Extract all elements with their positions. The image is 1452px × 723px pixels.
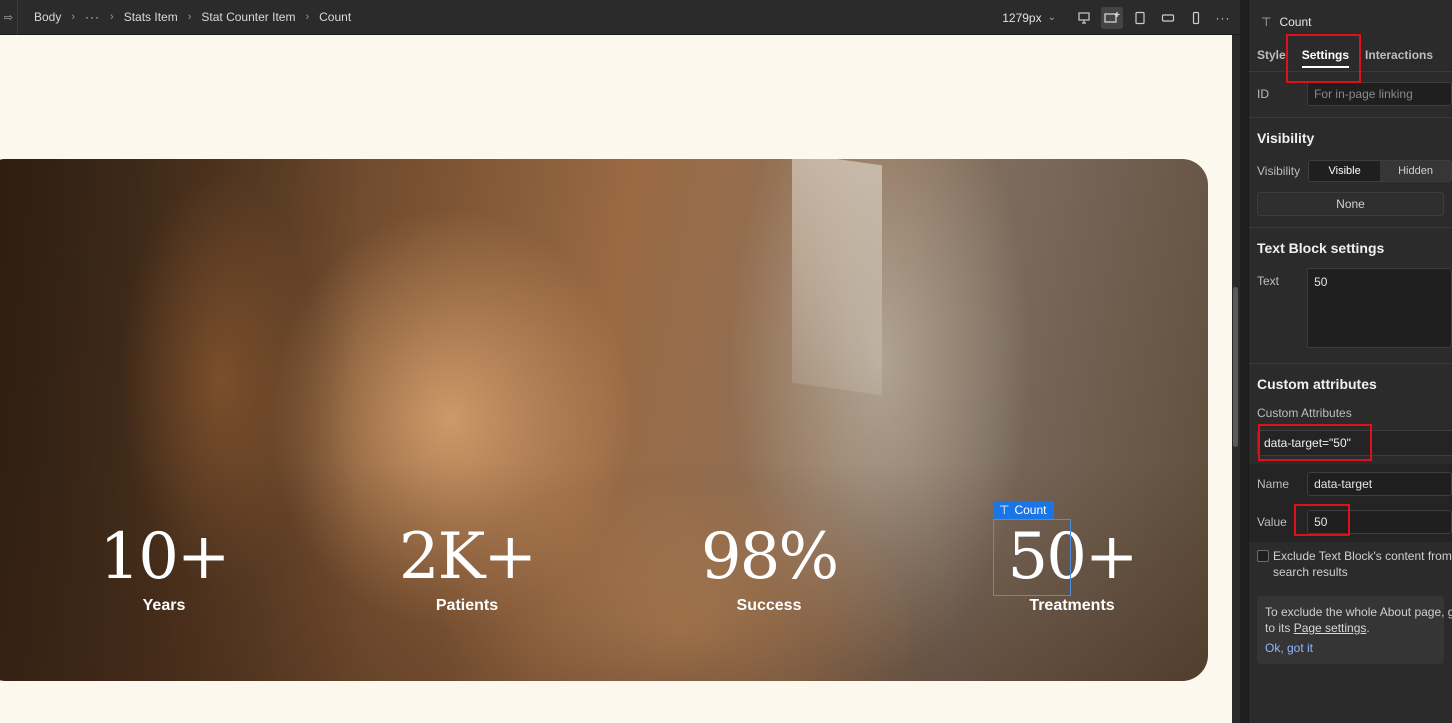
stat-item[interactable]: 98% Success: [669, 525, 869, 615]
stat-number[interactable]: 50+: [972, 525, 1172, 589]
mobile-landscape-icon[interactable]: [1157, 7, 1179, 29]
more-options-icon[interactable]: ···: [1210, 7, 1236, 29]
info-text-1: To exclude the whole About page, g: [1265, 605, 1452, 619]
text-label: Text: [1257, 274, 1280, 288]
chevron-down-icon[interactable]: ⌄: [1048, 12, 1056, 23]
visibility-section: Visibility Visibility Visible Hidden Non…: [1249, 118, 1452, 228]
visibility-label: Visibility: [1257, 164, 1301, 178]
breadcrumb-stats-item[interactable]: Stats Item: [124, 10, 178, 24]
text-type-icon: ⊤: [1261, 15, 1272, 29]
stat-label[interactable]: Years: [64, 597, 264, 615]
viewport-controls: 1279px ⌄ ···: [1002, 0, 1240, 35]
stat-label[interactable]: Success: [669, 597, 869, 615]
panel-toggle-icon[interactable]: ⇨: [0, 0, 18, 35]
desktop-breakpoint-icon[interactable]: [1101, 6, 1123, 29]
settings-panel: ⊤ Count Style Settings Interactions ID F…: [1248, 0, 1452, 723]
breadcrumb-separator-icon: ›: [110, 11, 114, 23]
text-content-input[interactable]: 50: [1307, 268, 1452, 348]
id-section: ID For in-page linking: [1249, 72, 1452, 118]
tab-style[interactable]: Style: [1249, 38, 1294, 72]
id-label: ID: [1257, 87, 1269, 101]
page-settings-link[interactable]: Page settings: [1294, 621, 1367, 635]
visibility-condition-button[interactable]: None: [1257, 192, 1444, 216]
tab-interactions[interactable]: Interactions: [1357, 38, 1441, 72]
text-block-title: Text Block settings: [1257, 240, 1385, 256]
stat-item[interactable]: 2K+ Patients: [367, 525, 567, 615]
tab-settings[interactable]: Settings: [1294, 38, 1357, 72]
exclude-search-checkbox[interactable]: [1257, 550, 1269, 562]
visibility-hidden-option[interactable]: Hidden: [1380, 161, 1451, 181]
custom-attributes-title: Custom attributes: [1257, 376, 1377, 392]
selected-element-tag[interactable]: ⊤ Count: [993, 501, 1055, 519]
breadcrumb-separator-icon: ›: [71, 11, 76, 23]
visibility-toggle: Visible Hidden: [1308, 160, 1452, 182]
stat-number[interactable]: 98%: [669, 525, 869, 589]
custom-attributes-section: Custom attributes Custom Attributes data…: [1249, 364, 1452, 664]
breadcrumb-stat-counter-item[interactable]: Stat Counter Item: [201, 10, 295, 24]
text-block-section: Text Block settings Text 50: [1249, 228, 1452, 364]
breadcrumb-body[interactable]: Body: [34, 10, 61, 24]
stat-number[interactable]: 10+: [64, 525, 264, 589]
attribute-name-input[interactable]: data-target: [1307, 472, 1452, 496]
exclude-search-text-2: search results: [1273, 565, 1348, 579]
design-canvas[interactable]: [0, 35, 1240, 723]
scrollbar-thumb[interactable]: [1233, 287, 1238, 447]
attribute-name-label: Name: [1257, 477, 1290, 491]
attribute-value-label: Value: [1257, 515, 1287, 529]
stat-item[interactable]: 50+ Treatments: [972, 525, 1172, 615]
tablet-icon[interactable]: [1129, 7, 1151, 29]
top-toolbar: ⇨ Body › ··· › Stats Item › Stat Counter…: [0, 0, 1240, 35]
info-text-2: to its: [1265, 621, 1294, 635]
breadcrumb-separator-icon: ›: [187, 11, 192, 23]
stat-item[interactable]: 10+ Years: [64, 525, 264, 615]
info-notice: To exclude the whole About page, g to it…: [1257, 596, 1452, 664]
visibility-title: Visibility: [1257, 130, 1315, 146]
custom-attributes-label: Custom Attributes: [1257, 406, 1352, 420]
stat-label[interactable]: Treatments: [972, 597, 1172, 615]
desktop-icon[interactable]: [1073, 7, 1095, 29]
panel-header: ⊤ Count: [1249, 0, 1452, 38]
stat-label[interactable]: Patients: [367, 597, 567, 615]
mobile-portrait-icon[interactable]: [1185, 7, 1207, 29]
attribute-chip[interactable]: data-target="50": [1257, 430, 1452, 456]
attribute-value-input[interactable]: 50: [1307, 510, 1452, 534]
panel-tabs: Style Settings Interactions: [1249, 38, 1452, 72]
ok-got-it-link[interactable]: Ok, got it: [1265, 640, 1436, 656]
attribute-editor: Name data-target Value 50: [1249, 464, 1452, 542]
breadcrumb: Body › ··· › Stats Item › Stat Counter I…: [18, 10, 351, 24]
breadcrumb-separator-icon: ›: [305, 11, 310, 23]
exclude-search-option[interactable]: Exclude Text Block's content from search…: [1249, 548, 1452, 580]
exclude-search-text-1: Exclude Text Block's content from: [1273, 549, 1452, 563]
visibility-visible-option[interactable]: Visible: [1309, 161, 1381, 181]
stat-number[interactable]: 2K+: [367, 525, 567, 589]
breadcrumb-count[interactable]: Count: [319, 10, 351, 24]
breadcrumb-ellipsis[interactable]: ···: [85, 10, 100, 24]
id-input[interactable]: For in-page linking: [1307, 82, 1452, 106]
text-type-icon: ⊤: [999, 503, 1010, 517]
element-name: Count: [1279, 15, 1312, 29]
canvas-width-readout[interactable]: 1279px: [1002, 11, 1041, 25]
selected-element-tag-label: Count: [1014, 503, 1047, 517]
canvas-scrollbar[interactable]: [1232, 35, 1240, 723]
